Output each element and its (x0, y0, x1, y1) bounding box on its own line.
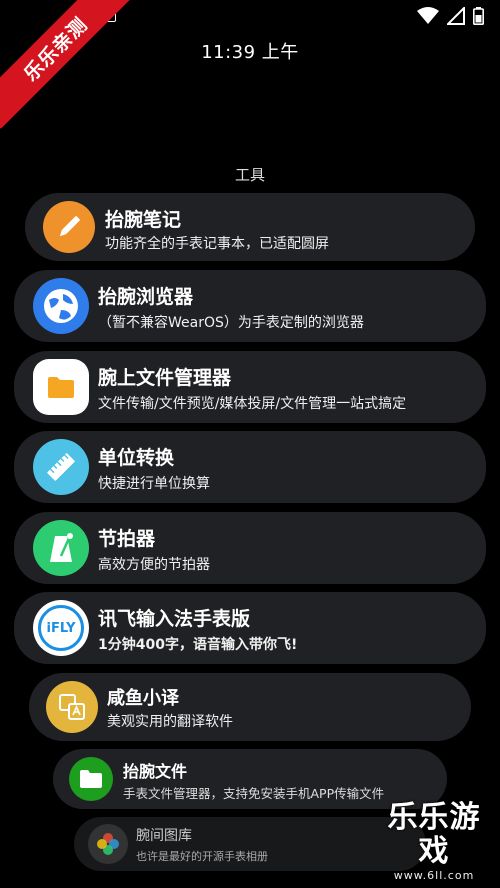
battery-icon (473, 7, 484, 25)
watermark-main: 乐乐游戏 (387, 800, 481, 869)
watermark-sub: www.6ll.com (393, 869, 475, 882)
app-desc: 高效方便的节拍器 (98, 557, 210, 573)
corner-ribbon: 乐乐亲测 (0, 0, 130, 130)
ruler-icon (33, 439, 89, 495)
app-title: 抬腕浏览器 (98, 286, 194, 308)
app-card-ifly-input[interactable]: iFLY 讯飞输入法手表版 1分钟400字，语音输入带你飞! (14, 592, 486, 664)
app-desc: 也许是最好的开源手表相册 (136, 850, 268, 863)
signal-icon (447, 7, 465, 25)
gallery-icon (88, 824, 128, 864)
folder-icon (33, 359, 89, 415)
watermark: 乐乐游戏 www.6ll.com (374, 800, 494, 883)
wifi-icon (417, 7, 439, 24)
app-desc: 手表文件管理器，支持免安装手机APP传输文件 (123, 786, 385, 801)
globe-icon (33, 278, 89, 334)
app-desc: （暂不兼容WearOS）为手表定制的浏览器 (98, 315, 364, 331)
app-title: 抬腕文件 (123, 762, 188, 781)
app-title: 腕间图库 (136, 828, 192, 844)
app-card-file-manager[interactable]: 腕上文件管理器 文件传输/文件预览/媒体投屏/文件管理一站式搞定 (14, 351, 486, 423)
app-card-metronome[interactable]: 节拍器 高效方便的节拍器 (14, 512, 486, 584)
section-title: 工具 (234, 166, 265, 184)
app-desc: 快捷进行单位换算 (98, 476, 210, 492)
translate-icon (46, 681, 98, 733)
app-title: 咸鱼小译 (107, 688, 179, 709)
ribbon-text: 乐乐亲测 (0, 0, 130, 129)
app-card-notes[interactable]: 抬腕笔记 功能齐全的手表记事本，已适配圆屏 (25, 193, 475, 261)
app-desc: 功能齐全的手表记事本，已适配圆屏 (105, 236, 329, 252)
app-desc: 1分钟400字，语音输入带你飞! (98, 637, 298, 653)
app-desc: 文件传输/文件预览/媒体投屏/文件管理一站式搞定 (98, 396, 407, 412)
app-title: 节拍器 (98, 528, 156, 550)
ifly-icon: iFLY (33, 600, 89, 656)
ifly-icon-text: iFLY (46, 620, 76, 636)
app-title: 单位转换 (98, 447, 175, 469)
app-title: 腕上文件管理器 (98, 367, 232, 389)
status-right (417, 7, 484, 25)
app-title: 讯飞输入法手表版 (98, 608, 251, 630)
pencil-icon (43, 201, 95, 253)
app-card-browser[interactable]: 抬腕浏览器 （暂不兼容WearOS）为手表定制的浏览器 (14, 270, 486, 342)
app-title: 抬腕笔记 (105, 209, 182, 231)
metronome-icon (33, 520, 89, 576)
app-card-unit-converter[interactable]: 单位转换 快捷进行单位换算 (14, 431, 486, 503)
app-card-translator[interactable]: 咸鱼小译 美观实用的翻译软件 (29, 673, 471, 741)
app-desc: 美观实用的翻译软件 (107, 714, 233, 730)
folder-icon (69, 757, 113, 801)
